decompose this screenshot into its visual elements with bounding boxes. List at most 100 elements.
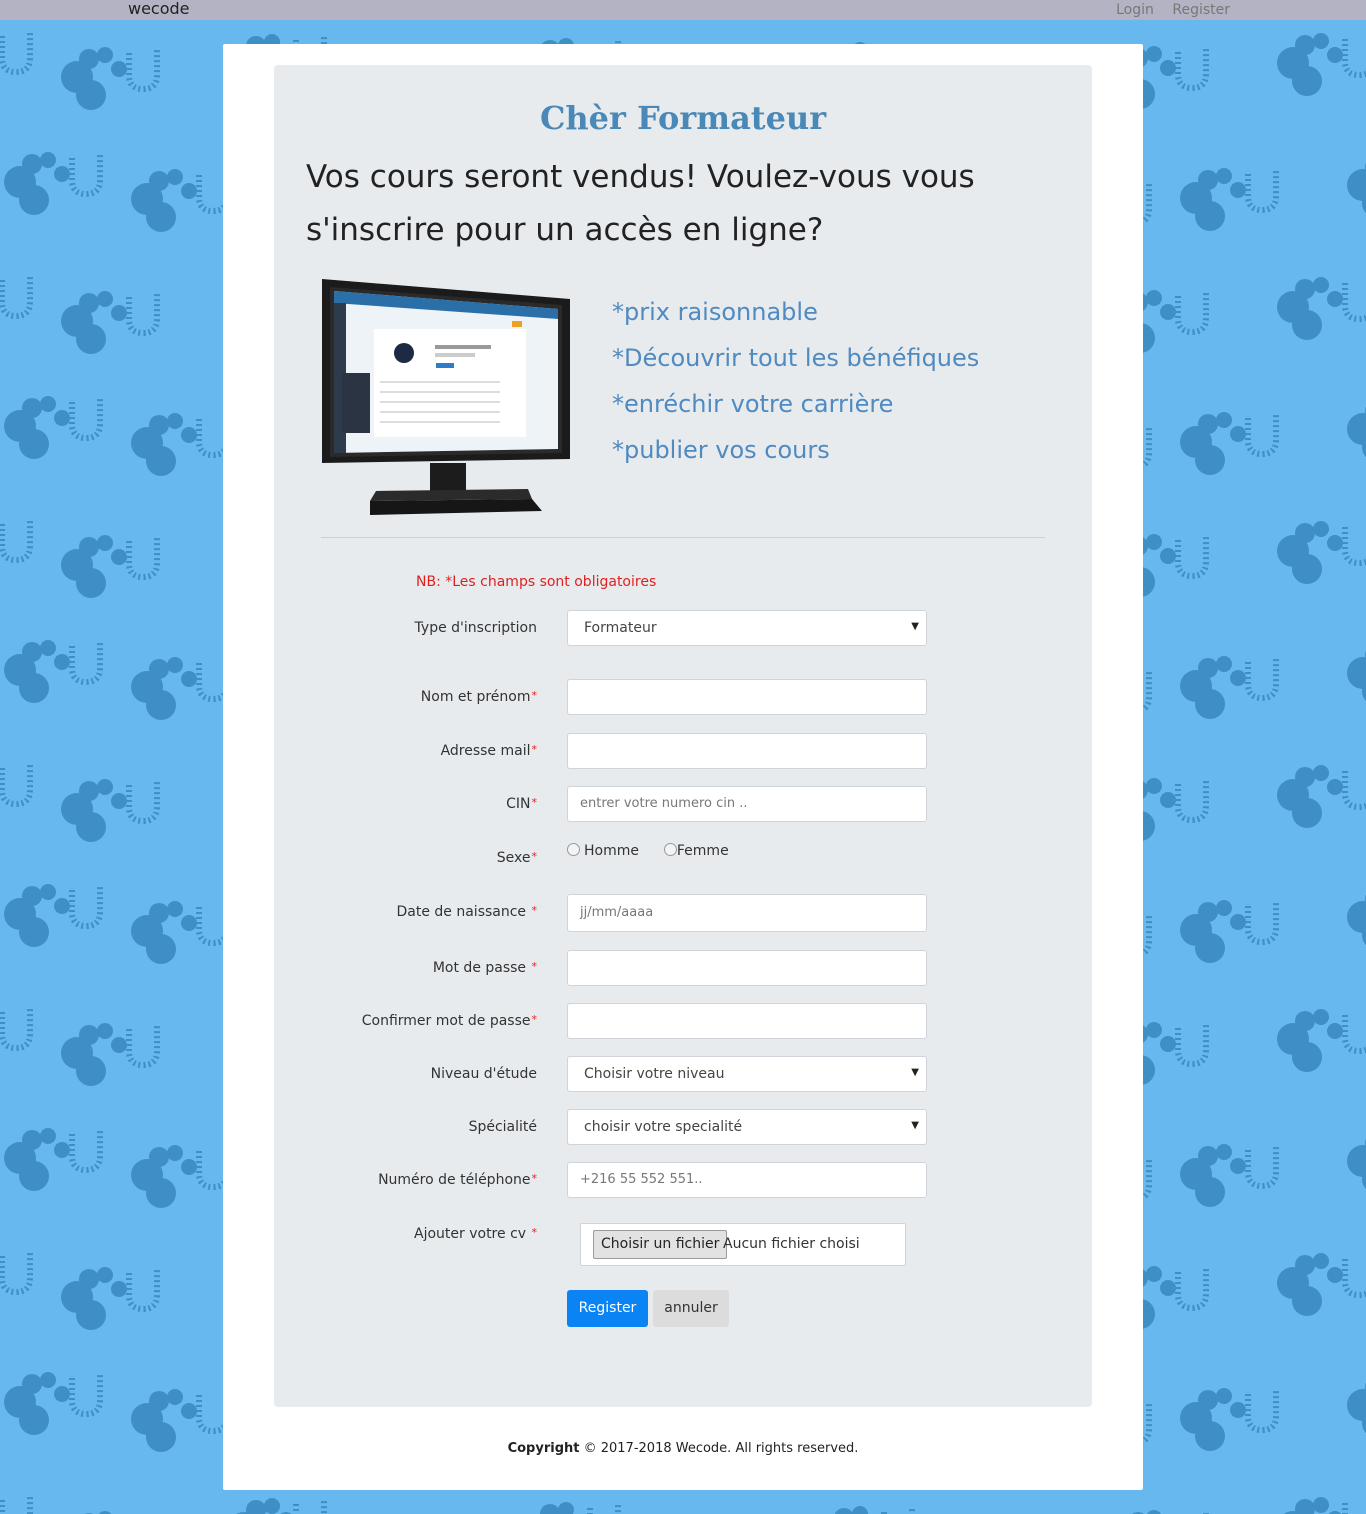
birthdate-placeholder: jj/mm/aaaa bbox=[580, 905, 654, 920]
pattern-motif bbox=[1347, 1138, 1366, 1190]
pattern-motif bbox=[4, 396, 103, 459]
benefit-item: *Découvrir tout les bénéfiques bbox=[612, 344, 980, 372]
pattern-motif bbox=[1277, 1009, 1366, 1072]
pattern-motif bbox=[834, 1506, 915, 1514]
pattern-motif bbox=[4, 152, 103, 215]
pattern-motif bbox=[1277, 1253, 1366, 1316]
email-input[interactable] bbox=[567, 733, 927, 769]
phone-input[interactable]: +216 55 552 551.. bbox=[567, 1162, 927, 1198]
benefit-item: *publier vos cours bbox=[612, 436, 830, 464]
benefits-list: *prix raisonnable *Découvrir tout les bé… bbox=[612, 289, 979, 473]
specialty-label: Spécialité bbox=[468, 1119, 537, 1135]
password-input[interactable] bbox=[567, 950, 927, 986]
pattern-motif bbox=[1347, 650, 1366, 702]
password-label: Mot de passe * bbox=[432, 960, 537, 976]
femme-radio[interactable] bbox=[663, 843, 677, 856]
femme-label[interactable]: Femme bbox=[677, 843, 729, 859]
pattern-motif bbox=[1347, 406, 1366, 458]
name-input[interactable] bbox=[567, 679, 927, 715]
pattern-motif bbox=[131, 657, 230, 720]
confirm-password-input[interactable] bbox=[567, 1003, 927, 1039]
email-label: Adresse mail* bbox=[440, 743, 537, 759]
level-select[interactable]: Choisir votre niveau ▼ bbox=[567, 1056, 927, 1092]
specialty-value: choisir votre specialité bbox=[584, 1119, 743, 1135]
pattern-motif bbox=[0, 764, 33, 808]
required-note: NB: *Les champs sont obligatoires bbox=[416, 574, 656, 590]
pattern-motif bbox=[1277, 521, 1366, 584]
sexe-label: Sexe* bbox=[496, 850, 537, 866]
phone-label: Numéro de téléphone* bbox=[378, 1172, 537, 1188]
benefit-item: *enréchir votre carrière bbox=[612, 390, 894, 418]
divider bbox=[321, 537, 1045, 538]
pattern-motif bbox=[0, 1496, 33, 1514]
pattern-motif bbox=[131, 1145, 230, 1208]
pattern-motif bbox=[1277, 765, 1366, 828]
pattern-motif bbox=[1180, 1388, 1279, 1451]
pattern-motif bbox=[1180, 412, 1279, 475]
pattern-motif bbox=[4, 884, 103, 947]
top-navbar: wecode Login Register bbox=[0, 0, 1366, 20]
cancel-button[interactable]: annuler bbox=[653, 1290, 729, 1327]
registration-type-value: Formateur bbox=[584, 620, 657, 636]
pattern-motif bbox=[1283, 1497, 1348, 1514]
name-label: Nom et prénom* bbox=[420, 689, 537, 705]
pattern-motif bbox=[4, 1372, 103, 1435]
homme-radio[interactable] bbox=[567, 843, 580, 856]
pattern-motif bbox=[131, 169, 230, 232]
level-label: Niveau d'étude bbox=[430, 1066, 537, 1082]
pattern-motif bbox=[131, 901, 230, 964]
phone-placeholder: +216 55 552 551.. bbox=[580, 1172, 703, 1187]
pattern-motif bbox=[1347, 162, 1366, 214]
cv-label: Ajouter votre cv * bbox=[414, 1226, 537, 1242]
pattern-motif bbox=[61, 1023, 160, 1086]
specialty-select[interactable]: choisir votre specialité ▼ bbox=[567, 1109, 927, 1145]
pattern-motif bbox=[540, 1502, 621, 1514]
pattern-motif bbox=[1347, 894, 1366, 946]
pattern-motif bbox=[61, 291, 160, 354]
choose-file-button[interactable]: Choisir un fichier bbox=[593, 1230, 728, 1259]
pattern-motif bbox=[61, 535, 160, 598]
pattern-motif bbox=[1180, 1144, 1279, 1207]
birthdate-input[interactable]: jj/mm/aaaa bbox=[567, 894, 927, 932]
cin-input[interactable]: entrer votre numero cin .. bbox=[567, 786, 927, 822]
pattern-motif bbox=[1180, 656, 1279, 719]
pattern-motif bbox=[0, 276, 33, 320]
chevron-down-icon: ▼ bbox=[911, 1067, 919, 1078]
pattern-motif bbox=[1180, 900, 1279, 963]
headline: Vos cours seront vendus! Voulez-vous vou… bbox=[306, 159, 975, 248]
file-status: Aucun fichier choisi bbox=[723, 1236, 860, 1252]
cin-placeholder: entrer votre numero cin .. bbox=[580, 796, 748, 811]
cv-file-input[interactable]: Choisir un fichier Aucun fichier choisi bbox=[580, 1223, 906, 1266]
pattern-motif bbox=[61, 47, 160, 110]
birth-label: Date de naissance * bbox=[396, 904, 537, 920]
pattern-motif bbox=[1132, 1510, 1209, 1514]
nb-prefix: NB bbox=[416, 574, 437, 590]
monitor-illustration bbox=[322, 279, 570, 515]
main-panel: Chèr Formateur Vos cours seront vendus! … bbox=[223, 44, 1143, 1490]
pattern-motif bbox=[1347, 1382, 1366, 1434]
level-value: Choisir votre niveau bbox=[584, 1066, 725, 1082]
pattern-motif bbox=[0, 520, 33, 564]
homme-label[interactable]: Homme bbox=[584, 843, 639, 859]
register-button[interactable]: Register bbox=[567, 1290, 648, 1327]
pattern-motif bbox=[1277, 277, 1366, 340]
top-nav-links: Login Register bbox=[1102, 2, 1230, 18]
registration-type-select[interactable]: Formateur ▼ bbox=[567, 610, 927, 646]
login-link[interactable]: Login bbox=[1116, 2, 1154, 18]
pattern-motif bbox=[4, 1128, 103, 1191]
register-link[interactable]: Register bbox=[1172, 2, 1230, 18]
pattern-motif bbox=[236, 1498, 327, 1514]
pattern-motif bbox=[0, 32, 33, 76]
pattern-motif bbox=[131, 1389, 230, 1452]
benefit-item: *prix raisonnable bbox=[612, 298, 818, 326]
pattern-motif bbox=[1180, 168, 1279, 231]
registration-card: Chèr Formateur Vos cours seront vendus! … bbox=[274, 65, 1092, 1407]
pattern-motif bbox=[61, 779, 160, 842]
pattern-motif bbox=[4, 640, 103, 703]
pattern-motif bbox=[0, 1252, 33, 1296]
confirm-password-label: Confirmer mot de passe* bbox=[361, 1013, 537, 1029]
brand-logo-text[interactable]: wecode bbox=[128, 0, 190, 18]
nb-text: : *Les champs sont obligatoires bbox=[436, 574, 657, 590]
pattern-motif bbox=[1277, 33, 1366, 96]
pattern-motif bbox=[0, 1008, 33, 1052]
